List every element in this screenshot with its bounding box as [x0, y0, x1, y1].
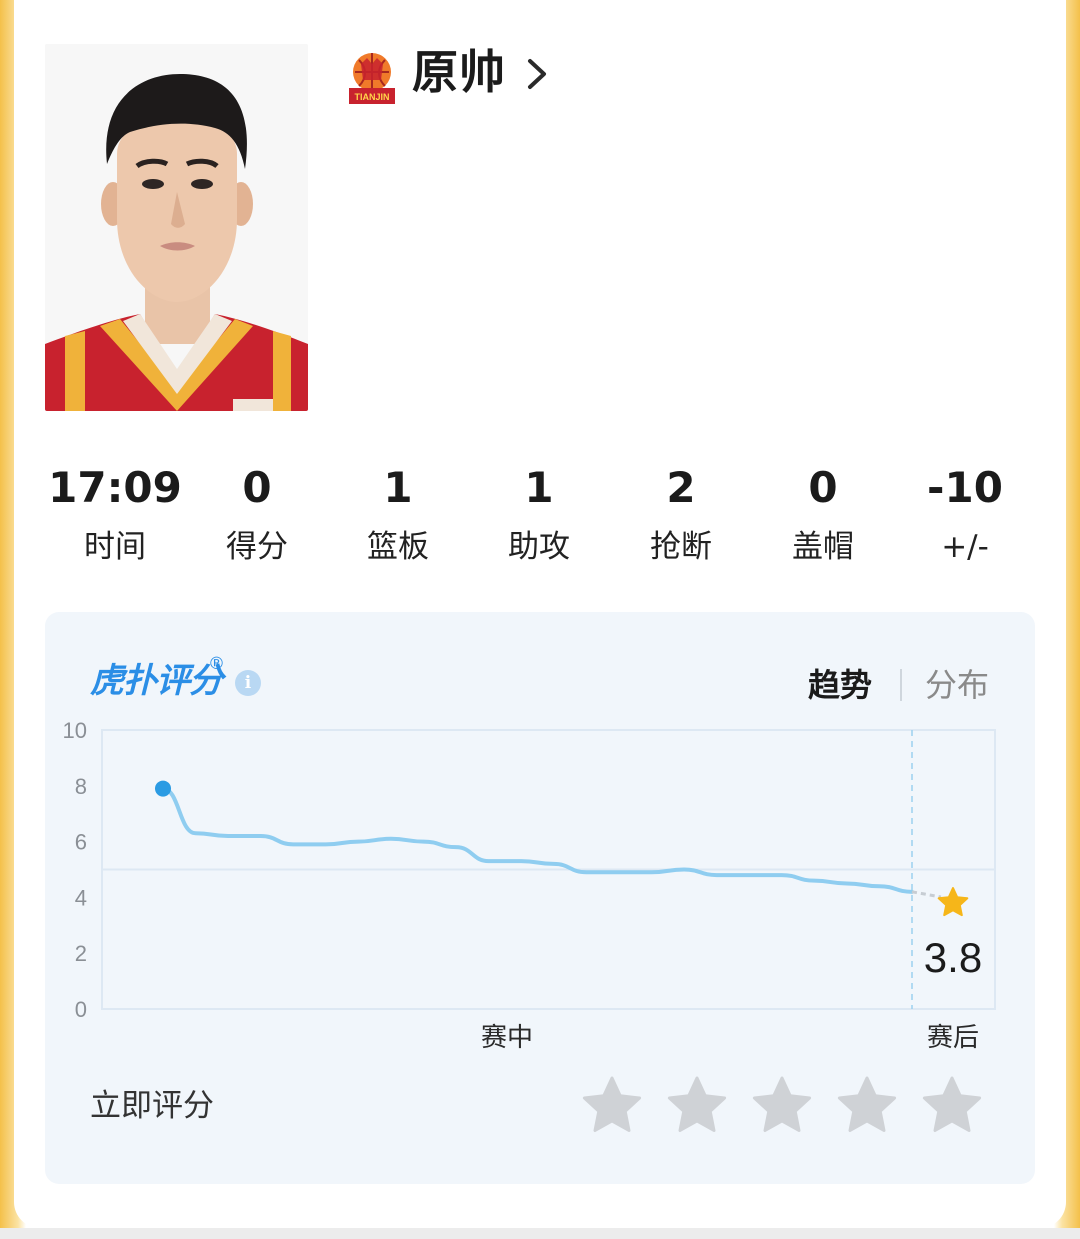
info-icon[interactable]: i [235, 670, 261, 696]
stat-plus-minus: -10 +/- [895, 460, 1035, 578]
stat-label: 盖帽 [792, 529, 854, 565]
rate-star-3-icon[interactable] [751, 1074, 813, 1136]
stat-value: 17:09 [48, 463, 182, 512]
stat-time: 17:09 时间 [45, 460, 185, 578]
stat-label: 篮板 [367, 529, 429, 565]
rating-panel: 虎扑评分 ® i 趋势 分布 10 8 6 4 2 0 赛中 赛后 3.8 立即评分 [45, 612, 1035, 1184]
y-tick-label: 4 [75, 885, 87, 910]
y-tick-label: 6 [75, 830, 87, 855]
x-label-post-game: 赛后 [927, 1022, 979, 1052]
rate-star-5-icon[interactable] [921, 1074, 983, 1136]
y-tick-label: 8 [75, 774, 87, 799]
stat-value: 1 [524, 463, 554, 512]
registered-mark: ® [208, 654, 225, 674]
stat-points: 0 得分 [187, 460, 327, 578]
final-rating-value: 3.8 [924, 934, 982, 981]
player-name[interactable]: 原帅 [412, 42, 506, 102]
y-tick-label: 2 [75, 941, 87, 966]
stat-label: 抢断 [650, 529, 712, 565]
team-logo-icon: TIANJIN [349, 53, 395, 104]
tab-distribution[interactable]: 分布 [925, 664, 989, 706]
chevron-right-icon[interactable] [522, 56, 550, 92]
stat-value: 0 [242, 463, 272, 512]
stat-value: 1 [383, 463, 413, 512]
stat-label: 时间 [84, 529, 146, 565]
stat-value: 0 [808, 463, 838, 512]
y-tick-label: 0 [75, 997, 87, 1022]
bottom-strip [0, 1228, 1080, 1239]
x-label-in-game: 赛中 [481, 1022, 533, 1052]
team-logo-text: TIANJIN [354, 92, 389, 102]
rating-trend-line [161, 786, 914, 894]
stat-steals: 2 抢断 [611, 460, 751, 578]
start-point [155, 780, 171, 797]
final-connector [911, 890, 942, 899]
stat-label: 得分 [226, 529, 288, 565]
stats-row: 17:09 时间 0 得分 1 篮板 1 助攻 2 抢断 0 盖帽 -10 +/… [45, 460, 1035, 570]
stat-label: +/- [941, 529, 989, 565]
rate-star-2-icon[interactable] [666, 1074, 728, 1136]
stat-blocks: 0 盖帽 [753, 460, 893, 578]
player-photo [45, 44, 308, 411]
y-tick-label: 10 [63, 718, 87, 743]
rating-trend-chart: 10 8 6 4 2 0 赛中 赛后 3.8 [63, 718, 996, 1052]
stat-rebounds: 1 篮板 [328, 460, 468, 578]
tab-trend[interactable]: 趋势 [808, 664, 872, 706]
rate-star-1-icon[interactable] [581, 1074, 643, 1136]
rate-now-label: 立即评分 [90, 1088, 214, 1124]
rating-brand-logo: 虎扑评分 [90, 661, 223, 701]
stat-value: -10 [927, 463, 1003, 512]
rate-star-4-icon[interactable] [836, 1074, 898, 1136]
stat-label: 助攻 [508, 529, 570, 565]
stat-value: 2 [666, 463, 696, 512]
stat-assists: 1 助攻 [469, 460, 609, 578]
tab-divider [900, 669, 902, 701]
final-rating-star-icon [937, 887, 969, 917]
